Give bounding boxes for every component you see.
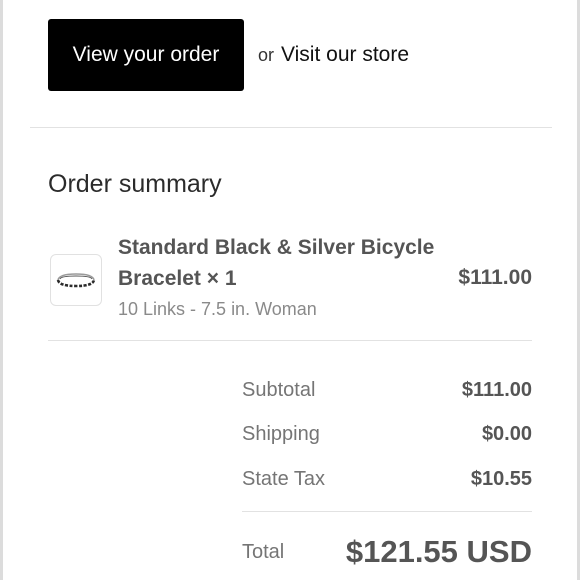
line-item: Standard Black & Silver Bicycle Bracelet… (48, 232, 532, 328)
order-summary-heading: Order summary (48, 170, 222, 198)
cost-breakdown: Subtotal $111.00 Shipping $0.00 State Ta… (242, 368, 532, 502)
total-divider (242, 511, 532, 512)
subtotal-row: Subtotal $111.00 (242, 368, 532, 413)
subtotal-value: $111.00 (461, 378, 532, 401)
tax-value: $10.55 (470, 467, 532, 490)
product-thumbnail (50, 254, 102, 306)
total-amount-group: $121.55 USD (346, 534, 532, 570)
total-amount: $121.55 (345, 534, 458, 569)
product-title-line: Standard Black & Silver Bicycle (118, 236, 435, 259)
visit-store-link[interactable]: Visit our store (281, 43, 409, 67)
section-divider (30, 127, 552, 128)
view-order-button[interactable]: View your order (48, 19, 244, 91)
product-price: $111.00 (458, 266, 532, 289)
frame-border-left (0, 0, 3, 580)
total-label: Total (242, 540, 285, 563)
or-text: or (258, 44, 275, 65)
total-row: Total $121.55 USD (242, 534, 532, 570)
shipping-value: $0.00 (481, 423, 532, 446)
tax-row: State Tax $10.55 (242, 457, 532, 502)
order-confirmation-page: View your order or Visit our store Order… (0, 0, 580, 580)
order-actions: View your order or Visit our store (48, 19, 409, 91)
subtotal-label: Subtotal (242, 378, 316, 401)
items-divider (48, 340, 532, 341)
shipping-label: Shipping (242, 423, 320, 446)
product-title: Standard Black & Silver Bicycle Bracelet… (118, 232, 448, 294)
product-title-quantity-line: Bracelet × 1 (118, 267, 237, 290)
product-variant: 10 Links - 7.5 in. Woman (118, 299, 317, 319)
shipping-row: Shipping $0.00 (242, 413, 532, 458)
bracelet-icon (56, 273, 96, 288)
tax-label: State Tax (242, 467, 326, 490)
total-currency: USD (466, 534, 532, 569)
